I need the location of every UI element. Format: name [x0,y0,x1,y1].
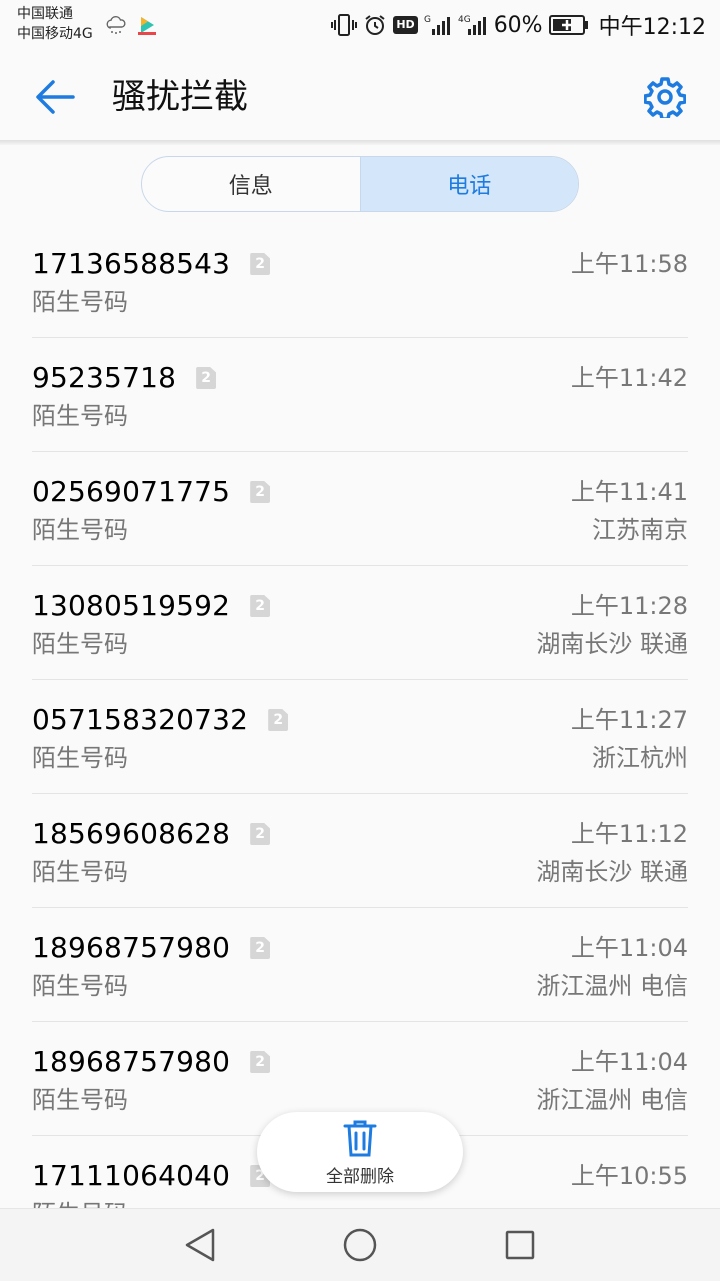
call-location: 浙江温州 电信 [536,972,688,1000]
svg-text:G: G [424,15,431,25]
count-icon: 2 [250,1051,271,1073]
page-title: 骚扰拦截 [112,77,248,117]
list-item[interactable]: 02569071775 2 陌生号码 上午11:41 江苏南京 [32,452,688,566]
tab-calls[interactable]: 电话 [359,157,578,211]
status-icons: HD G 4G 60% 中午12:12 [331,8,706,42]
gear-icon [644,77,686,118]
back-button[interactable] [32,74,78,120]
nav-home-button[interactable] [338,1223,382,1267]
alarm-icon [363,13,387,37]
count-icon: 2 [250,823,271,845]
call-location: 江苏南京 [592,516,688,544]
carrier-2: 中国移动4G [17,26,93,42]
number-label: 陌生号码 [32,288,128,316]
call-time: 上午10:55 [570,1162,688,1190]
triangle-back-icon [185,1228,215,1262]
list-item[interactable]: 18968757980 2 陌生号码 上午11:04 浙江温州 电信 [32,908,688,1022]
system-nav-bar [0,1208,720,1281]
battery-charging-icon [548,14,589,36]
blocked-calls-list: 17136588543 2 陌生号码 上午11:58 95235718 2 陌生号码… [32,224,688,1250]
nav-recents-button[interactable] [498,1223,542,1267]
list-item[interactable]: 13080519592 2 陌生号码 上午11:28 湖南长沙 联通 [32,566,688,680]
number-label: 陌生号码 [32,972,128,1000]
phone-number: 13080519592 [32,589,231,622]
phone-number: 17136588543 [32,247,231,280]
circle-home-icon [343,1228,377,1262]
phone-number: 02569071775 [32,475,231,508]
battery-percent: 60% [493,12,543,38]
list-item[interactable]: 17136588543 2 陌生号码 上午11:58 [32,224,688,338]
arrow-left-icon [36,80,75,114]
number-label: 陌生号码 [32,858,128,886]
square-recents-icon [505,1230,535,1260]
clock: 中午12:12 [598,15,706,40]
phone-number: 18968757980 [32,1045,231,1078]
tab-messages[interactable]: 信息 [142,157,360,211]
call-location: 浙江温州 电信 [536,1086,688,1114]
list-item[interactable]: 057158320732 2 陌生号码 上午11:27 浙江杭州 [32,680,688,794]
call-time: 上午11:04 [570,1048,688,1076]
number-label: 陌生号码 [32,744,128,772]
signal-1-icon: G [424,13,452,37]
delete-all-label: 全部删除 [326,1166,394,1187]
call-location: 浙江杭州 [592,744,688,772]
call-time: 上午11:41 [570,478,688,506]
call-time: 上午11:12 [570,820,688,848]
nav-back-button[interactable] [178,1223,222,1267]
phone-number: 95235718 [32,361,177,394]
delete-all-button[interactable]: 全部删除 [257,1112,463,1192]
settings-button[interactable] [642,74,688,120]
status-bar: 中国联通 中国移动4G HD G 4G 60% 中午12:12 [0,0,720,48]
number-label: 陌生号码 [32,1086,128,1114]
carrier-1: 中国联通 [17,6,73,22]
call-location: 湖南长沙 联通 [536,630,688,658]
video-app-icon [136,14,158,40]
call-location: 湖南长沙 联通 [536,858,688,886]
call-time: 上午11:27 [570,706,688,734]
count-icon: 2 [250,481,271,503]
app-header: 骚扰拦截 [0,48,720,140]
number-label: 陌生号码 [32,402,128,430]
svg-text:4G: 4G [458,15,471,25]
phone-number: 18569608628 [32,817,231,850]
count-icon: 2 [250,595,271,617]
call-time: 上午11:58 [570,250,688,278]
segment-tabs: 信息 电话 [141,156,579,212]
call-time: 上午11:42 [570,364,688,392]
count-icon: 2 [250,253,271,275]
header-divider [0,140,720,145]
weather-icon [104,14,128,40]
call-time: 上午11:28 [570,592,688,620]
signal-2-icon: 4G [458,13,488,37]
count-icon: 2 [250,937,271,959]
call-time: 上午11:04 [570,934,688,962]
number-label: 陌生号码 [32,516,128,544]
trash-icon [343,1120,377,1156]
list-item[interactable]: 18569608628 2 陌生号码 上午11:12 湖南长沙 联通 [32,794,688,908]
number-label: 陌生号码 [32,630,128,658]
phone-number: 057158320732 [32,703,249,736]
list-item[interactable]: 95235718 2 陌生号码 上午11:42 [32,338,688,452]
phone-number: 18968757980 [32,931,231,964]
vibrate-icon [331,13,358,37]
hd-voice-icon: HD [393,16,418,34]
count-icon: 2 [196,367,217,389]
count-icon: 2 [268,709,289,731]
carrier-info: 中国联通 中国移动4G [17,4,93,44]
phone-number: 17111064040 [32,1159,231,1192]
